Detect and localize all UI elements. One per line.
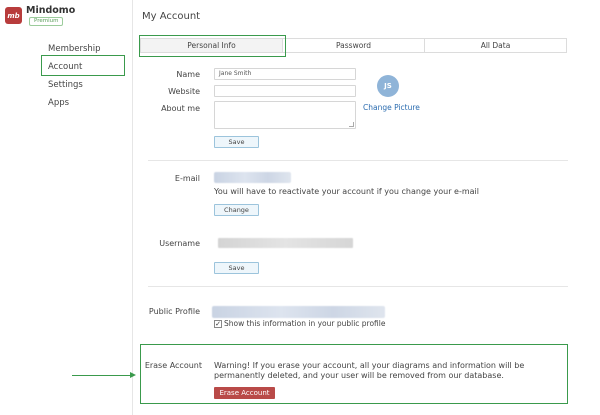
about-me-textarea[interactable] xyxy=(214,101,356,129)
name-input[interactable]: Jane Smith xyxy=(214,68,356,80)
public-profile-checkbox-label: Show this information in your public pro… xyxy=(224,319,386,328)
resize-grip-icon[interactable] xyxy=(349,122,354,127)
section-divider xyxy=(148,160,568,161)
name-label: Name xyxy=(176,70,200,79)
page-title: My Account xyxy=(142,11,201,22)
save-username-button[interactable]: Save xyxy=(214,262,259,274)
about-me-label: About me xyxy=(161,104,200,113)
sidebar-divider xyxy=(132,0,133,415)
website-label: Website xyxy=(168,87,200,96)
erase-account-button[interactable]: Erase Account xyxy=(214,387,275,399)
tab-password[interactable]: Password xyxy=(283,39,425,52)
sidebar: mb Mindomo Premium Membership Account Se… xyxy=(0,0,132,415)
erase-account-warning: Warning! If you erase your account, all … xyxy=(214,361,525,380)
arrow-head-icon xyxy=(130,372,136,378)
username-value-redacted[interactable] xyxy=(218,238,353,248)
mindomo-logo-icon: mb xyxy=(5,7,22,24)
website-input[interactable] xyxy=(214,85,356,97)
sidebar-item-apps[interactable]: Apps xyxy=(48,98,69,108)
sidebar-item-settings[interactable]: Settings xyxy=(48,80,83,90)
sidebar-item-account[interactable]: Account xyxy=(48,62,82,72)
email-label: E-mail xyxy=(174,174,200,183)
save-personal-info-button[interactable]: Save xyxy=(214,136,259,148)
tab-personal-info-highlight xyxy=(139,35,286,57)
change-picture-link[interactable]: Change Picture xyxy=(363,103,420,112)
email-value-redacted xyxy=(214,172,291,183)
brand-name: Mindomo xyxy=(26,5,76,16)
public-profile-url-redacted xyxy=(212,306,385,318)
section-divider xyxy=(148,286,568,287)
annotation-arrow xyxy=(72,375,132,376)
erase-account-label: Erase Account xyxy=(144,361,202,370)
public-profile-checkbox[interactable]: ✓ xyxy=(214,320,222,328)
sidebar-item-membership[interactable]: Membership xyxy=(48,44,101,54)
avatar: JS xyxy=(377,75,399,97)
premium-badge: Premium xyxy=(29,17,64,26)
change-email-button[interactable]: Change xyxy=(214,204,259,216)
username-label: Username xyxy=(159,239,200,248)
email-note: You will have to reactivate your account… xyxy=(214,187,479,196)
public-profile-label: Public Profile xyxy=(148,307,200,316)
tab-all-data[interactable]: All Data xyxy=(425,39,566,52)
